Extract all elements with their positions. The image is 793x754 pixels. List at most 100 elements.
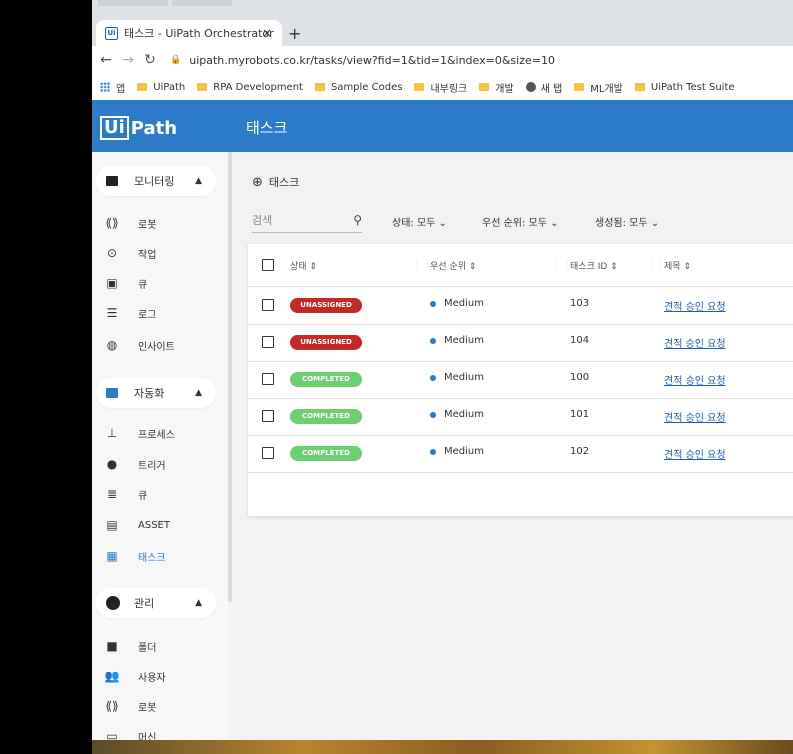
folder-icon bbox=[479, 83, 490, 91]
lock-icon[interactable]: 🔒 bbox=[170, 55, 181, 65]
sidebar-item-folders[interactable]: ■ 폴더 bbox=[104, 636, 156, 656]
sidebar-section-admin[interactable]: 관리 ▲ bbox=[96, 588, 216, 618]
bookmark-rpa-development[interactable]: RPA Development bbox=[197, 82, 303, 93]
sidebar-item-asset[interactable]: ▤ ASSET bbox=[104, 515, 170, 535]
apps-grid-icon bbox=[100, 82, 110, 92]
task-title-link[interactable]: 견적 승인 요청 bbox=[664, 446, 726, 461]
column-task-id[interactable]: 태스크 ID ⇕ bbox=[570, 259, 618, 272]
globe-icon: ⊕ bbox=[252, 174, 263, 190]
search-input[interactable]: 검색 ⚲ bbox=[252, 208, 362, 233]
sidebar-item-logs[interactable]: ☰ 로그 bbox=[104, 303, 157, 323]
row-checkbox[interactable] bbox=[262, 447, 274, 459]
folder-icon bbox=[106, 388, 118, 398]
priority-dot-icon bbox=[430, 448, 436, 455]
bolt-icon: ● bbox=[106, 457, 118, 471]
forward-icon[interactable]: → bbox=[120, 52, 136, 68]
robot-icon: ⟪⟫ bbox=[105, 216, 119, 230]
chevron-up-icon: ▲ bbox=[195, 176, 202, 186]
sidebar-item-processes[interactable]: ⊥ 프로세스 bbox=[104, 423, 175, 443]
background-tab[interactable] bbox=[98, 0, 168, 6]
table-row[interactable]: UNASSIGNED Medium 104 견적 승인 요청 bbox=[248, 324, 793, 362]
priority-dot-icon bbox=[430, 300, 436, 307]
uipath-logo[interactable]: Ui Path bbox=[100, 116, 177, 140]
hierarchy-icon: ⊥ bbox=[106, 426, 118, 440]
tab-title: 태스크 - UiPath Orchestrator bbox=[124, 27, 274, 40]
sidebar-item-tasks[interactable]: ▦ 태스크 bbox=[104, 546, 165, 566]
table-row[interactable]: UNASSIGNED Medium 103 견적 승인 요청 bbox=[248, 287, 793, 325]
bookmark-uipath[interactable]: UiPath bbox=[137, 82, 185, 93]
list-icon: ≣ bbox=[106, 487, 118, 501]
priority-cell: Medium bbox=[430, 335, 484, 346]
column-title[interactable]: 제목 ⇕ bbox=[664, 259, 691, 272]
task-id-cell: 102 bbox=[570, 446, 590, 457]
sidebar-item-robot[interactable]: ⟪⟫ 로봇 bbox=[104, 213, 156, 233]
column-divider[interactable]: ⋮⋮ bbox=[552, 259, 572, 270]
back-icon[interactable]: ← bbox=[98, 52, 114, 68]
chevron-up-icon: ▲ bbox=[195, 388, 202, 398]
search-icon[interactable]: ⚲ bbox=[353, 213, 362, 227]
task-title-link[interactable]: 견적 승인 요청 bbox=[664, 298, 726, 313]
url-field[interactable]: uipath.myrobots.co.kr/tasks/view?fid=1&t… bbox=[189, 54, 555, 67]
reload-icon[interactable]: ↻ bbox=[142, 52, 158, 68]
chevron-down-icon: ⌄ bbox=[650, 218, 660, 229]
row-checkbox[interactable] bbox=[262, 299, 274, 311]
task-id-cell: 101 bbox=[570, 409, 590, 420]
priority-dot-icon bbox=[430, 374, 436, 381]
select-all-checkbox[interactable] bbox=[262, 259, 274, 271]
table-row[interactable]: COMPLETED Medium 102 견적 승인 요청 bbox=[248, 435, 793, 473]
bookmark-sample-codes[interactable]: Sample Codes bbox=[314, 82, 402, 93]
column-divider[interactable]: ⋮⋮ bbox=[646, 259, 666, 270]
sidebar: 모니터링 ▲ ⟪⟫ 로봇 ⊙ 작업 ▣ 큐 ☰ 로그 ◍ 인사이트 자동화 ▲ ⊥ 프로세스… bbox=[92, 152, 228, 740]
bookmark-dev[interactable]: 개발 bbox=[479, 80, 514, 95]
bookmark-new-tab[interactable]: 새 탭 bbox=[525, 80, 562, 95]
column-status[interactable]: 상태 ⇕ bbox=[290, 259, 317, 272]
address-bar: ← → ↻ 🔒 uipath.myrobots.co.kr/tasks/view… bbox=[92, 46, 793, 74]
task-id-cell: 104 bbox=[570, 335, 590, 346]
globe-icon bbox=[106, 596, 120, 610]
table-row[interactable]: COMPLETED Medium 101 견적 승인 요청 bbox=[248, 398, 793, 436]
chevron-down-icon: ⌄ bbox=[438, 218, 447, 229]
sidebar-item-robots[interactable]: ⟪⟫ 로봇 bbox=[104, 696, 156, 716]
column-divider[interactable]: ⋮⋮ bbox=[412, 259, 432, 270]
sidebar-item-jobs[interactable]: ⊙ 작업 bbox=[104, 243, 156, 263]
task-title-link[interactable]: 견적 승인 요청 bbox=[664, 372, 726, 387]
folder-icon bbox=[314, 83, 325, 91]
sidebar-section-automation[interactable]: 자동화 ▲ bbox=[96, 378, 216, 408]
browser-tabstrip: Ui 태스크 - UiPath Orchestrator × + bbox=[92, 0, 793, 46]
asset-icon: ▤ bbox=[106, 518, 118, 532]
column-priority[interactable]: 우선 순위 ⇕ bbox=[430, 259, 476, 272]
status-badge: COMPLETED bbox=[290, 372, 362, 387]
sidebar-section-monitoring[interactable]: 모니터링 ▲ bbox=[96, 166, 216, 196]
table-header: 상태 ⇕ ⋮⋮ 우선 순위 ⇕ ⋮⋮ 태스크 ID ⇕ ⋮⋮ 제목 ⇕ bbox=[248, 244, 793, 287]
bookmark-ml-dev[interactable]: ML개발 bbox=[574, 80, 623, 95]
sidebar-item-users[interactable]: 👥 사용자 bbox=[104, 666, 166, 686]
row-checkbox[interactable] bbox=[262, 410, 274, 422]
bookmark-internal-links[interactable]: 내부링크 bbox=[414, 80, 467, 95]
new-tab-button[interactable]: + bbox=[288, 24, 301, 43]
sidebar-item-insights[interactable]: ◍ 인사이트 bbox=[104, 335, 175, 355]
screen: Ui 태스크 - UiPath Orchestrator × + ← → ↻ 🔒… bbox=[92, 0, 793, 740]
task-title-link[interactable]: 견적 승인 요청 bbox=[664, 335, 726, 350]
filter-created[interactable]: 생성됨: 모두 ⌄ bbox=[595, 214, 659, 229]
filter-priority[interactable]: 우선 순위: 모두 ⌄ bbox=[482, 214, 559, 229]
robot-icon: ⟪⟫ bbox=[105, 699, 119, 713]
task-title-link[interactable]: 견적 승인 요청 bbox=[664, 409, 726, 424]
bookmark-uipath-test-suite[interactable]: UiPath Test Suite bbox=[634, 82, 735, 93]
bookmark-apps[interactable]: 앱 bbox=[92, 80, 125, 95]
row-checkbox[interactable] bbox=[262, 336, 274, 348]
priority-dot-icon bbox=[430, 337, 436, 344]
lightbulb-icon: ◍ bbox=[106, 338, 118, 352]
status-badge: UNASSIGNED bbox=[290, 335, 362, 350]
sidebar-item-triggers[interactable]: ● 트리거 bbox=[104, 454, 166, 474]
sidebar-item-queues[interactable]: ▣ 큐 bbox=[104, 273, 147, 293]
table-row[interactable]: COMPLETED Medium 100 견적 승인 요청 bbox=[248, 361, 793, 399]
filter-status[interactable]: 상태: 모두 ⌄ bbox=[392, 214, 447, 229]
sidebar-item-machines[interactable]: ▭ 머신 bbox=[104, 726, 156, 740]
app-header: Ui Path 태스크 bbox=[92, 100, 793, 152]
row-checkbox[interactable] bbox=[262, 373, 274, 385]
tab-close-icon[interactable]: × bbox=[262, 26, 272, 40]
background-tab[interactable] bbox=[172, 0, 232, 6]
sidebar-item-queues-2[interactable]: ≣ 큐 bbox=[104, 484, 147, 504]
browser-tab[interactable]: Ui 태스크 - UiPath Orchestrator × bbox=[96, 20, 282, 46]
task-id-cell: 103 bbox=[570, 298, 590, 309]
